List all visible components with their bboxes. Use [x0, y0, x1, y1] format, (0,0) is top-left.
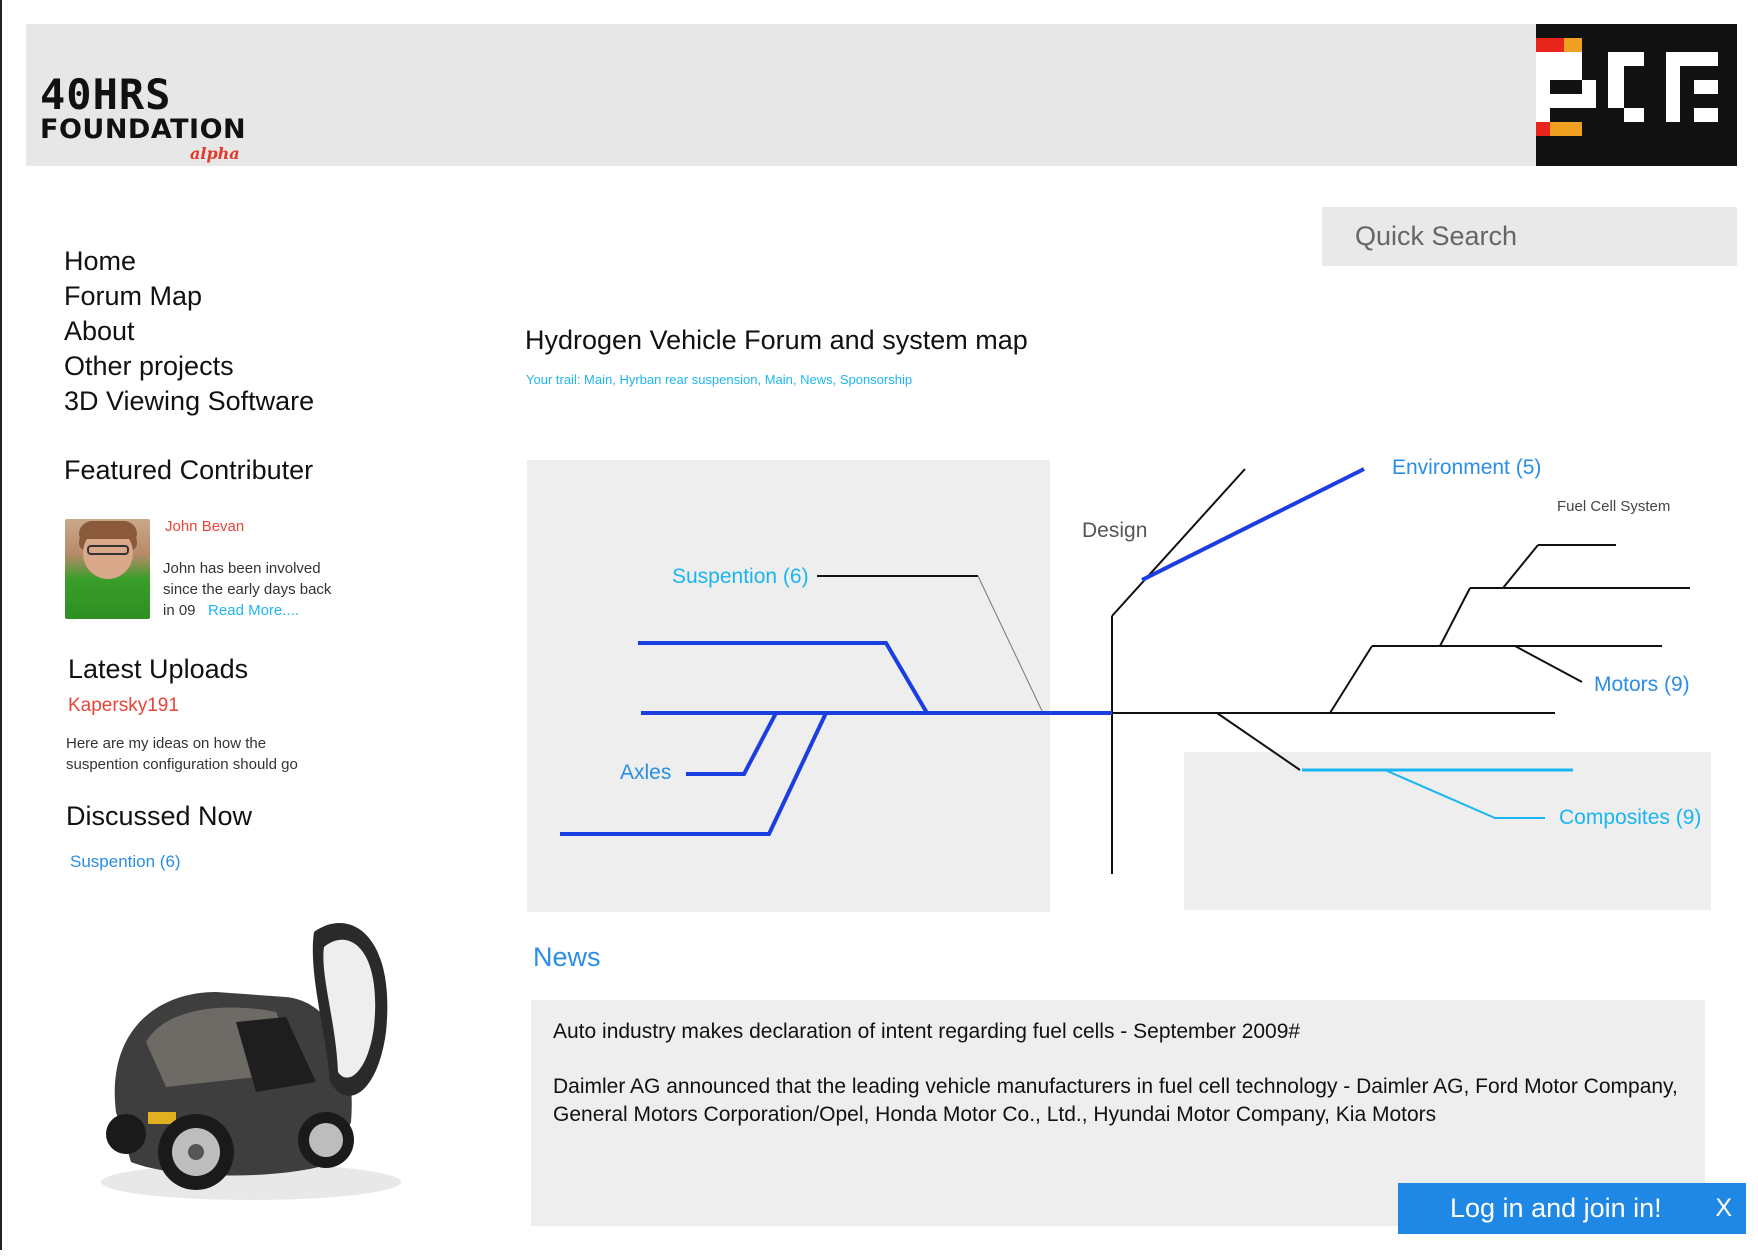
hydrogen-car-image [101, 922, 401, 1200]
map-panel-left [527, 460, 1050, 912]
nav-item-about[interactable]: About [64, 314, 314, 349]
discussed-suspention-link[interactable]: Suspention (6) [70, 851, 181, 872]
page-title: Hydrogen Vehicle Forum and system map [525, 325, 1028, 355]
nav-item-other-projects[interactable]: Other projects [64, 349, 314, 384]
upload-description: Here are my ideas on how the suspention … [66, 733, 298, 775]
breadcrumb-trail[interactable]: Your trail: Main, Hyrban rear suspension… [526, 372, 912, 387]
map-node-suspention[interactable]: Suspention (6) [672, 565, 809, 589]
logo-glyphs: 40HRS [40, 70, 172, 119]
nav-item-3d-viewing-software[interactable]: 3D Viewing Software [64, 384, 314, 419]
upload-text-line-2: suspention configuration should go [66, 756, 298, 773]
main-nav: Home Forum Map About Other projects 3D V… [64, 244, 314, 419]
bio-line-3: in 09 Read More.... [163, 600, 331, 621]
login-join-label[interactable]: Log in and join in! [1450, 1183, 1662, 1234]
contributor-avatar[interactable] [65, 519, 150, 619]
login-join-button[interactable]: Log in and join in! X [1398, 1183, 1746, 1234]
map-node-environment[interactable]: Environment (5) [1392, 456, 1541, 480]
nav-item-home[interactable]: Home [64, 244, 314, 279]
bio-line-1: John has been involved [163, 560, 321, 577]
discussed-now-heading: Discussed Now [66, 801, 253, 831]
map-panel-composites [1184, 752, 1711, 910]
close-icon[interactable]: X [1715, 1183, 1732, 1234]
header-banner: 40HRS FOUNDATION alpha [26, 24, 1737, 166]
news-heading: News [533, 942, 601, 972]
site-logo[interactable]: 40HRS FOUNDATION alpha [40, 70, 246, 164]
logo-wordmark: FOUNDATION [40, 114, 247, 145]
quick-search-input[interactable]: Quick Search [1322, 207, 1737, 266]
read-more-link[interactable]: Read More.... [208, 602, 299, 619]
bio-line-2: since the early days back [163, 581, 332, 598]
upload-user-link[interactable]: Kapersky191 [68, 695, 179, 717]
news-body: Daimler AG announced that the leading ve… [553, 1075, 1678, 1126]
bio-line-3-text: in 09 [163, 602, 196, 619]
map-node-axles[interactable]: Axles [620, 761, 671, 785]
news-headline[interactable]: Auto industry makes declaration of inten… [553, 1018, 1683, 1046]
brand-badge-icon [1536, 24, 1737, 166]
contributor-bio: John has been involved since the early d… [163, 558, 331, 621]
upload-text-line-1: Here are my ideas on how the [66, 735, 267, 752]
map-node-design[interactable]: Design [1082, 519, 1147, 543]
map-node-composites[interactable]: Composites (9) [1559, 806, 1701, 830]
map-node-fuel-cell-system[interactable]: Fuel Cell System [1557, 498, 1670, 515]
map-node-motors[interactable]: Motors (9) [1594, 673, 1690, 697]
featured-contributor-heading: Featured Contributer [64, 455, 314, 485]
nav-item-forum-map[interactable]: Forum Map [64, 279, 314, 314]
logo-alpha-tag: alpha [190, 144, 240, 163]
contributor-name[interactable]: John Bevan [165, 518, 244, 535]
latest-uploads-heading: Latest Uploads [68, 654, 249, 684]
page-left-border [0, 0, 2, 1250]
